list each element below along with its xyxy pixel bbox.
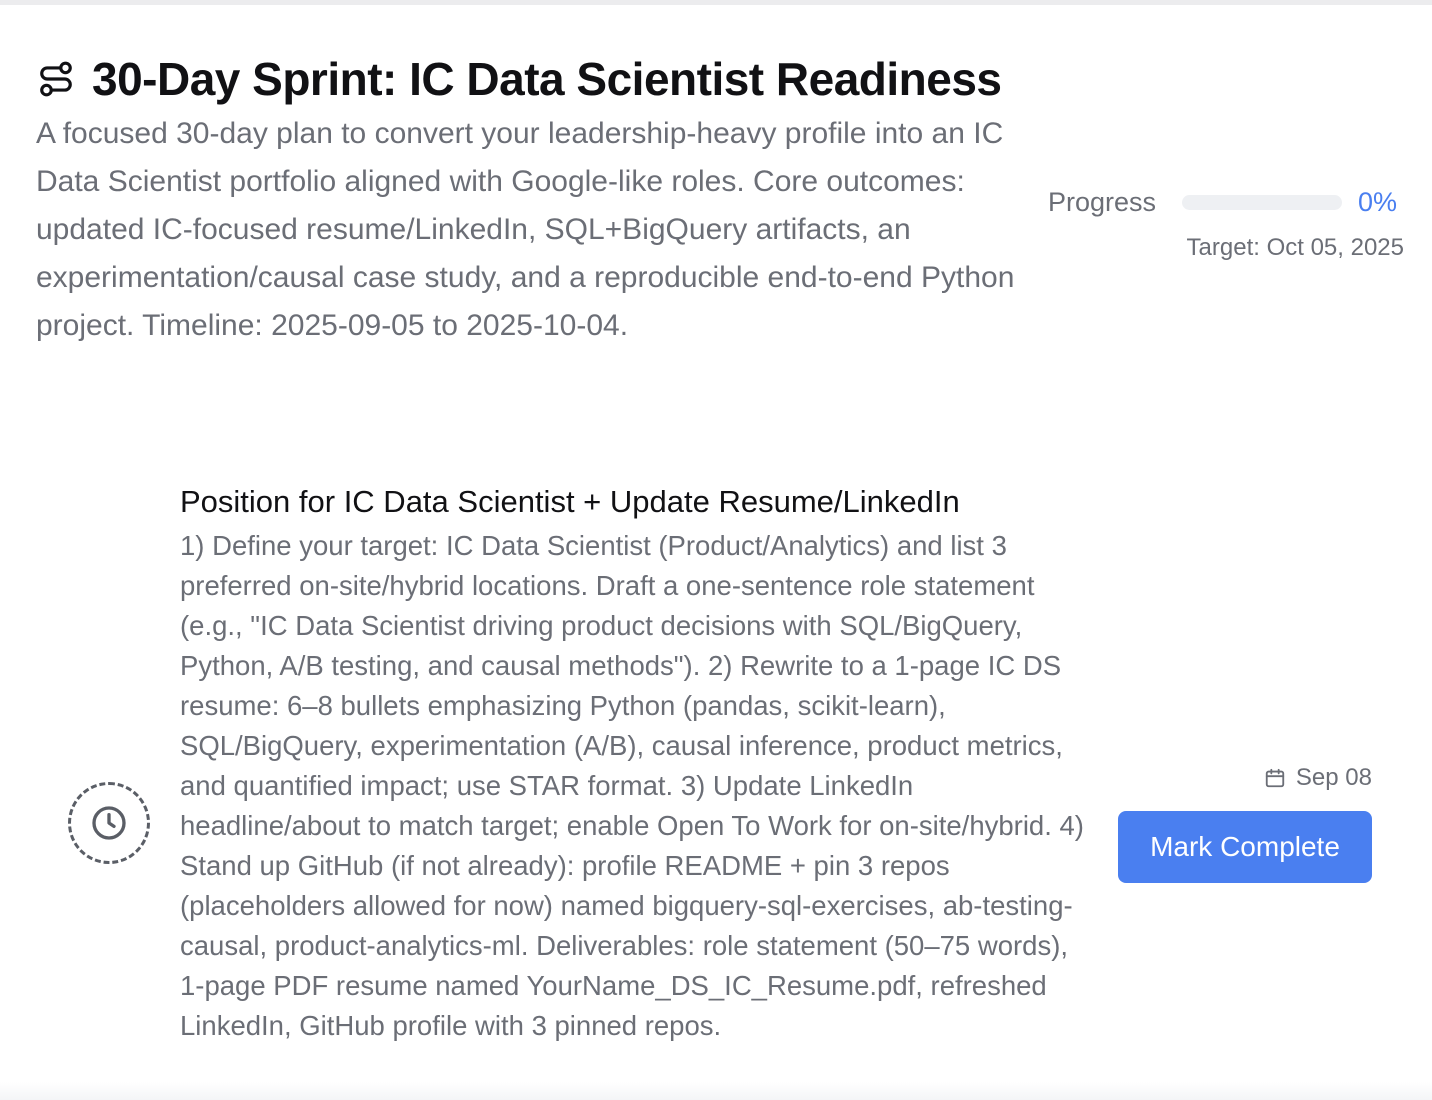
progress-bar <box>1182 194 1342 210</box>
top-divider <box>0 0 1432 5</box>
mark-complete-button[interactable]: Mark Complete <box>1118 811 1372 883</box>
route-icon <box>36 59 76 99</box>
calendar-icon <box>1264 767 1286 789</box>
task-description: 1) Define your target: IC Data Scientist… <box>180 530 1084 1041</box>
bottom-edge <box>0 1082 1432 1100</box>
plan-description: A focused 30-day plan to convert your le… <box>36 117 1015 342</box>
task-status-toggle[interactable] <box>68 782 150 864</box>
task-body: Position for IC Data Scientist + Update … <box>180 482 1090 1046</box>
task-actions: Sep 08 Mark Complete <box>1118 762 1372 883</box>
task-card: Position for IC Data Scientist + Update … <box>0 470 1432 1100</box>
progress-percent: 0% <box>1358 186 1398 217</box>
progress-panel: Progress 0% Target: Oct 05, 2025 <box>1048 182 1404 262</box>
title-row: 30-Day Sprint: IC Data Scientist Readine… <box>36 50 1416 108</box>
progress-label: Progress <box>1048 186 1157 217</box>
target-date: Target: Oct 05, 2025 <box>1186 234 1404 261</box>
page-title: 30-Day Sprint: IC Data Scientist Readine… <box>92 53 1002 105</box>
progress-row: Progress 0% <box>1048 182 1404 222</box>
due-date-text: Sep 08 <box>1295 764 1372 791</box>
task-title: Position for IC Data Scientist + Update … <box>180 484 960 519</box>
due-date: Sep 08 <box>1118 762 1372 794</box>
clock-icon <box>89 803 129 843</box>
plan-header: 30-Day Sprint: IC Data Scientist Readine… <box>36 50 1416 108</box>
